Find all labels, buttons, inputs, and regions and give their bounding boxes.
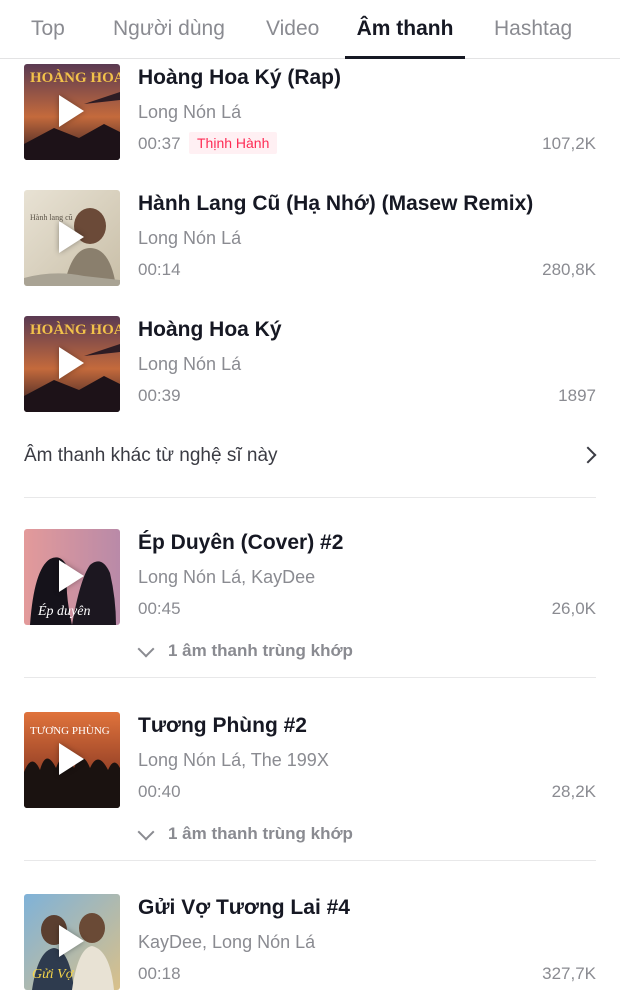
sound-title: Hoàng Hoa Ký xyxy=(138,318,282,341)
video-count: 26,0K xyxy=(551,599,596,618)
sound-cover[interactable]: HOÀNG HOA xyxy=(24,316,120,412)
sound-cover[interactable]: Hành lang cũ xyxy=(24,190,120,286)
tab-users[interactable]: Người dùng xyxy=(113,0,225,58)
cover-title-text: Gửi Vợ xyxy=(32,967,75,982)
sound-artist: Long Nón Lá, KayDee xyxy=(138,567,316,587)
sound-artist: Long Nón Lá, The 199X xyxy=(138,750,329,770)
sound-title: Hoàng Hoa Ký (Rap) xyxy=(138,66,342,89)
cover-title-text: TƯƠNG PHÙNG xyxy=(30,725,110,737)
sound-artist: Long Nón Lá xyxy=(138,354,242,374)
chevron-down-icon xyxy=(137,640,155,658)
sound-cover[interactable]: Ép duyên xyxy=(24,529,120,625)
sound-cover[interactable]: TƯƠNG PHÙNG xyxy=(24,712,120,808)
section-divider xyxy=(24,860,596,861)
video-count: 1897 xyxy=(558,386,596,405)
play-icon xyxy=(59,560,84,592)
sound-item[interactable]: Hành lang cũ Hành Lang Cũ (Hạ Nhớ) (Mase… xyxy=(0,186,620,286)
cover-title-text: Ép duyên xyxy=(37,602,90,619)
tab-sounds[interactable]: Âm thanh xyxy=(345,0,465,59)
sound-title: Gửi Vợ Tương Lai #4 xyxy=(138,896,350,919)
cover-title-text: HOÀNG HOA xyxy=(30,321,120,338)
tab-sounds-label: Âm thanh xyxy=(356,17,454,40)
play-icon xyxy=(59,743,84,775)
sound-item[interactable]: TƯƠNG PHÙNG Tương Phùng #2 Long Nón Lá, … xyxy=(0,708,620,808)
video-count: 280,8K xyxy=(542,260,596,279)
cover-title-text: HOÀNG HOA xyxy=(30,69,120,86)
matching-sounds-label: 1 âm thanh trùng khớp xyxy=(168,824,353,843)
sound-duration: 00:39 xyxy=(138,386,181,405)
play-icon xyxy=(59,221,84,253)
sound-cover[interactable]: HOÀNG HOA xyxy=(24,64,120,160)
video-count: 28,2K xyxy=(551,782,596,801)
play-icon xyxy=(59,347,84,379)
play-icon xyxy=(59,95,84,127)
section-divider xyxy=(24,677,596,678)
sound-duration: 00:14 xyxy=(138,260,181,279)
sound-artist: KayDee, Long Nón Lá xyxy=(138,932,316,952)
video-count: 327,7K xyxy=(542,964,596,983)
sound-cover[interactable]: Gửi Vợ xyxy=(24,894,120,990)
sound-artist: Long Nón Lá xyxy=(138,102,242,122)
sound-duration: 00:18 xyxy=(138,964,181,983)
sound-item[interactable]: HOÀNG HOA Hoàng Hoa Ký Long Nón Lá 00:39… xyxy=(0,312,620,412)
sound-title: Tương Phùng #2 xyxy=(138,714,307,737)
chevron-right-icon xyxy=(579,446,597,464)
tab-video[interactable]: Video xyxy=(266,0,319,58)
section-divider xyxy=(24,497,596,498)
more-from-artist-label: Âm thanh khác từ nghệ sĩ này xyxy=(24,445,278,466)
sound-artist: Long Nón Lá xyxy=(138,228,242,248)
sound-duration: 00:45 xyxy=(138,599,181,618)
sound-title: Hành Lang Cũ (Hạ Nhớ) (Masew Remix) xyxy=(138,192,534,215)
chevron-down-icon xyxy=(137,823,155,841)
tab-top[interactable]: Top xyxy=(31,0,65,58)
tab-hashtag[interactable]: Hashtag xyxy=(494,0,572,58)
more-from-artist-link[interactable]: Âm thanh khác từ nghệ sĩ này xyxy=(0,430,620,480)
sound-item[interactable]: Gửi Vợ Gửi Vợ Tương Lai #4 KayDee, Long … xyxy=(0,890,620,990)
trending-badge: Thịnh Hành xyxy=(189,132,278,154)
sound-title: Ép Duyên (Cover) #2 xyxy=(138,531,344,554)
video-count: 107,2K xyxy=(542,134,596,153)
search-tabs: Top Người dùng Video Âm thanh Hashtag xyxy=(0,0,620,59)
sound-item[interactable]: HOÀNG HOA Hoàng Hoa Ký (Rap) Long Nón Lá… xyxy=(0,60,620,160)
play-icon xyxy=(59,925,84,957)
active-tab-indicator xyxy=(345,56,465,59)
sound-duration: 00:40 xyxy=(138,782,181,801)
sound-item[interactable]: Ép duyên Ép Duyên (Cover) #2 Long Nón Lá… xyxy=(0,525,620,625)
matching-sounds-label: 1 âm thanh trùng khớp xyxy=(168,641,353,660)
sound-duration: 00:37 xyxy=(138,134,181,153)
